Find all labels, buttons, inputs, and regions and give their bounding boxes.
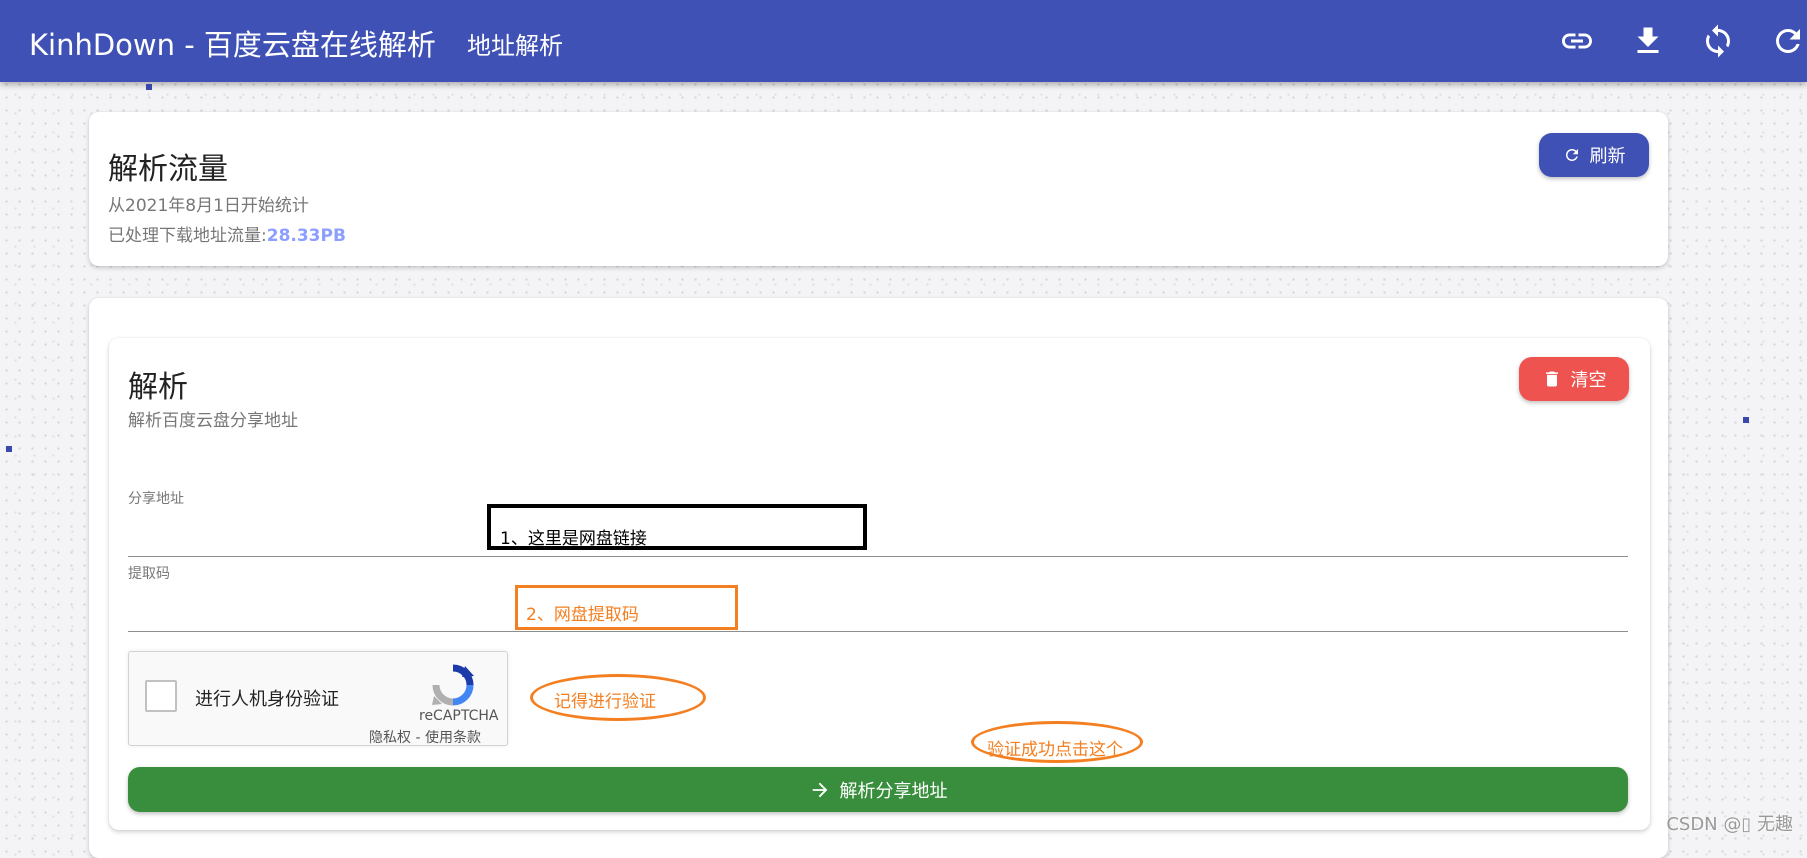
watermark: CSDN @▯ 无趣	[1666, 814, 1793, 835]
refresh-icon	[1565, 149, 1578, 161]
recaptcha-widget: 进行人机身份验证 reCAPTCHA 隐私权 - 使用条款	[128, 651, 508, 746]
traffic-since-text: 从2021年8月1日开始统计	[108, 196, 309, 216]
arrow-right-icon	[812, 782, 827, 797]
recaptcha-logo-icon	[432, 664, 474, 706]
recaptcha-terms-link[interactable]: 隐私权 - 使用条款	[369, 727, 481, 747]
reload-icon[interactable]	[1770, 23, 1806, 59]
recaptcha-label: 进行人机身份验证	[195, 689, 339, 710]
clear-button[interactable]: 清空	[1519, 357, 1629, 401]
parse-button-label: 解析分享地址	[839, 780, 948, 802]
annotation-click-hint: 验证成功点击这个	[971, 721, 1143, 763]
parse-card: 解析 解析百度云盘分享地址 清空 分享地址 提取码 进行人机身份验证 reCAP…	[109, 338, 1650, 830]
link-icon[interactable]	[1559, 23, 1595, 59]
decorative-dot	[6, 446, 12, 452]
parse-share-url-button[interactable]: 解析分享地址	[128, 767, 1628, 812]
app-bar: KinhDown - 百度云盘在线解析 地址解析	[0, 0, 1807, 82]
share-url-field[interactable]	[128, 512, 1628, 557]
traffic-amount: 已处理下载地址流量:28.33PB	[108, 221, 346, 246]
annotation-link-hint: 1、这里是网盘链接	[487, 504, 867, 550]
recaptcha-brand: reCAPTCHA	[419, 708, 499, 724]
traffic-amount-label: 已处理下载地址流量:	[108, 226, 267, 246]
extract-code-input[interactable]	[128, 587, 1628, 631]
refresh-button[interactable]: 刷新	[1539, 133, 1649, 177]
trash-icon	[1545, 371, 1558, 387]
extract-code-label: 提取码	[128, 566, 170, 582]
refresh-button-label: 刷新	[1589, 146, 1626, 167]
app-title[interactable]: KinhDown - 百度云盘在线解析	[29, 22, 436, 64]
decorative-dot	[146, 84, 152, 90]
recaptcha-checkbox[interactable]	[145, 680, 177, 712]
traffic-card: 解析流量 从2021年8月1日开始统计 已处理下载地址流量:28.33PB 刷新	[89, 112, 1668, 266]
share-url-input[interactable]	[128, 512, 1628, 556]
page-title: 地址解析	[467, 32, 563, 60]
parse-description: 解析百度云盘分享地址	[128, 411, 298, 431]
annotation-verify-hint: 记得进行验证	[530, 674, 706, 721]
decorative-dot	[1743, 417, 1749, 423]
sync-icon[interactable]	[1700, 23, 1736, 59]
download-icon[interactable]	[1630, 23, 1666, 59]
clear-button-label: 清空	[1570, 370, 1607, 391]
traffic-amount-value: 28.33PB	[266, 226, 346, 246]
annotation-code-hint: 2、网盘提取码	[515, 585, 738, 630]
parse-title: 解析	[128, 370, 188, 405]
extract-code-field[interactable]	[128, 587, 1628, 632]
share-url-label: 分享地址	[128, 491, 184, 507]
traffic-title: 解析流量	[108, 152, 228, 187]
